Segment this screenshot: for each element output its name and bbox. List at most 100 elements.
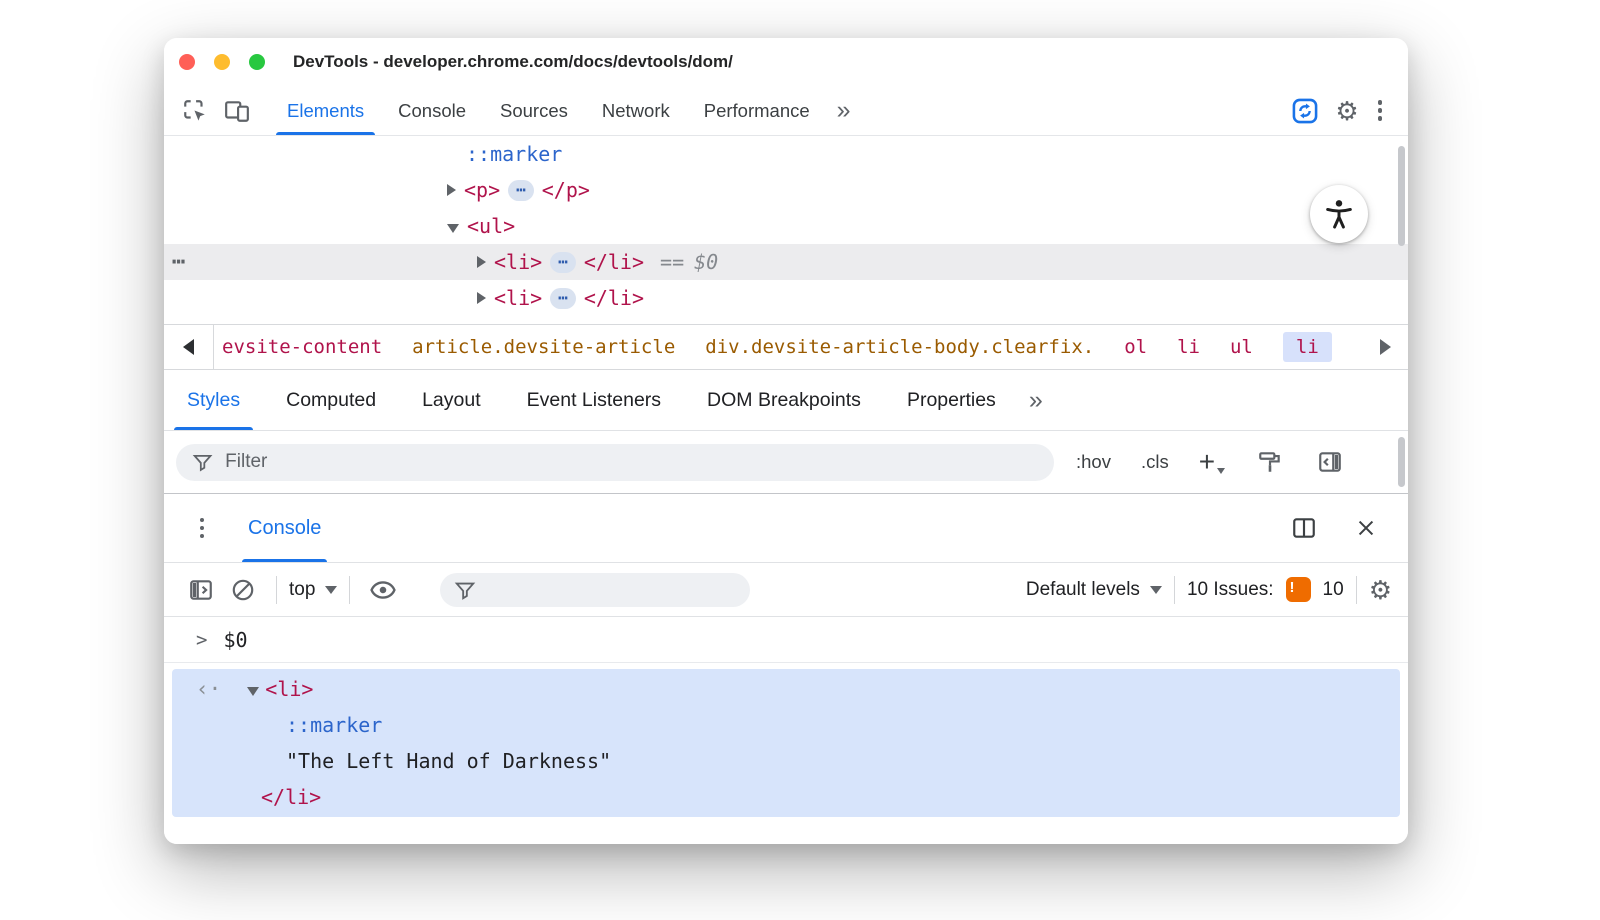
pseudo-state-button[interactable]: :hov	[1076, 451, 1111, 473]
expand-arrow-icon[interactable]	[447, 184, 456, 196]
kebab-menu-icon[interactable]	[1368, 86, 1392, 135]
node-more-actions-button[interactable]: ⋯	[172, 250, 187, 275]
close-window-button[interactable]	[179, 54, 195, 70]
breadcrumb-item-devsite-content[interactable]: evsite-content	[222, 336, 382, 358]
tab-network-label: Network	[601, 99, 670, 121]
node-ellipsis-button[interactable]: ⋯	[550, 287, 576, 309]
divider	[349, 575, 351, 604]
console-drawer-header: Console	[164, 493, 1408, 563]
tree-node-p[interactable]: <p> ⋯ </p>	[164, 172, 1408, 208]
breadcrumb-item-ul[interactable]: ul	[1230, 336, 1253, 358]
tag-close[interactable]: </li>	[584, 286, 644, 310]
sync-icon[interactable]	[1284, 86, 1326, 135]
breadcrumb-item-li[interactable]: li	[1177, 336, 1200, 358]
tab-sources-label: Sources	[500, 99, 568, 121]
result-text-node[interactable]: "The Left Hand of Darkness"	[172, 743, 1400, 779]
clear-console-icon[interactable]	[222, 577, 264, 603]
breadcrumb-item-ol[interactable]: ol	[1124, 336, 1147, 358]
styles-scrollbar[interactable]	[1398, 437, 1405, 487]
tree-node-ul[interactable]: <ul>	[164, 208, 1408, 244]
breadcrumb-item-li-selected[interactable]: li	[1282, 332, 1332, 362]
device-toolbar-icon[interactable]	[216, 86, 258, 135]
pseudo-marker-node[interactable]: ::marker	[466, 142, 562, 166]
new-style-rule-button[interactable]: +	[1199, 448, 1226, 476]
tab-properties-label: Properties	[906, 388, 996, 411]
zoom-window-button[interactable]	[249, 54, 265, 70]
more-panels-icon[interactable]: »	[827, 86, 861, 135]
tag-open[interactable]: <ul>	[467, 214, 515, 238]
context-selector-dropdown[interactable]: top	[289, 579, 338, 601]
tag-open[interactable]: <li>	[494, 286, 542, 310]
tab-layout-label: Layout	[422, 388, 481, 411]
divider	[1355, 575, 1357, 604]
tab-styles[interactable]: Styles	[164, 370, 263, 430]
divider	[276, 575, 277, 604]
tab-console[interactable]: Console	[381, 86, 483, 135]
style-filter-text-field[interactable]	[225, 451, 1038, 473]
paint-roller-icon[interactable]	[1255, 449, 1285, 475]
node-ellipsis-button[interactable]: ⋯	[508, 179, 534, 201]
breadcrumb-item-div[interactable]: div.devsite-article-body.clearfix.	[705, 336, 1094, 358]
minimize-window-button[interactable]	[214, 54, 230, 70]
tab-console-label: Console	[398, 99, 467, 121]
tab-network[interactable]: Network	[585, 86, 687, 135]
tab-styles-label: Styles	[187, 388, 241, 411]
tab-properties[interactable]: Properties	[884, 370, 1019, 430]
tag-open[interactable]: <p>	[464, 178, 500, 202]
tree-node-li[interactable]: <li> ⋯ </li>	[164, 280, 1408, 316]
tab-performance[interactable]: Performance	[687, 86, 827, 135]
tab-console-drawer[interactable]: Console	[242, 494, 328, 562]
tab-layout[interactable]: Layout	[399, 370, 504, 430]
node-ellipsis-button[interactable]: ⋯	[550, 251, 576, 273]
breadcrumb: evsite-content article.devsite-article d…	[214, 325, 1332, 369]
expand-arrow-icon[interactable]	[477, 292, 486, 304]
breadcrumb-prev-icon[interactable]	[164, 325, 214, 369]
console-header-actions	[1288, 494, 1382, 562]
tag-open[interactable]: <li>	[494, 250, 542, 274]
tag-close[interactable]: </li>	[261, 785, 321, 809]
dock-sidebar-icon[interactable]	[1315, 449, 1345, 475]
console-drawer-label: Console	[248, 516, 322, 539]
settings-gear-icon[interactable]: ⚙	[1326, 86, 1368, 135]
result-node-li-close[interactable]: </li>	[172, 779, 1400, 815]
class-toggle-button[interactable]: .cls	[1141, 451, 1169, 473]
elements-scrollbar[interactable]	[1398, 146, 1405, 246]
tab-dom-breakpoints[interactable]: DOM Breakpoints	[684, 370, 884, 430]
tag-open[interactable]: <li>	[265, 677, 313, 701]
inspect-icon[interactable]	[174, 86, 216, 135]
console-settings-gear-icon[interactable]: ⚙	[1369, 577, 1392, 603]
collapse-arrow-icon[interactable]	[447, 223, 459, 233]
tab-event-listeners[interactable]: Event Listeners	[504, 370, 684, 430]
result-node-marker[interactable]: ::marker	[172, 707, 1400, 743]
more-style-tabs-icon[interactable]: »	[1019, 370, 1053, 430]
tab-elements-label: Elements	[287, 99, 365, 121]
console-filter-input[interactable]	[440, 572, 751, 607]
collapse-arrow-icon[interactable]	[247, 686, 260, 696]
tree-node-marker[interactable]: ::marker	[164, 136, 1408, 172]
tab-performance-label: Performance	[703, 99, 810, 121]
tab-computed[interactable]: Computed	[263, 370, 399, 430]
tag-close[interactable]: </li>	[584, 250, 644, 274]
expand-arrow-icon[interactable]	[477, 256, 486, 268]
window-title: DevTools - developer.chrome.com/docs/dev…	[293, 52, 733, 71]
close-icon[interactable]	[1350, 517, 1382, 539]
tag-close[interactable]: </p>	[542, 178, 590, 202]
tree-node-li-selected[interactable]: ⋯ <li> ⋯ </li> == $0	[164, 244, 1408, 280]
style-filter-input[interactable]	[176, 443, 1054, 481]
log-levels-dropdown[interactable]: Default levels	[1026, 579, 1162, 601]
pseudo-marker-node[interactable]: ::marker	[286, 713, 382, 737]
console-sidebar-icon[interactable]	[180, 577, 222, 603]
eye-icon[interactable]	[362, 576, 404, 604]
console-returned-value: ‹· <li> ::marker "The Left Hand of Darkn…	[172, 669, 1400, 817]
split-panel-icon[interactable]	[1288, 515, 1320, 541]
console-kebab-menu-icon[interactable]	[190, 494, 214, 562]
issues-counter[interactable]: 10 Issues: ! 10	[1187, 577, 1344, 602]
breadcrumb-next-icon[interactable]	[1362, 325, 1408, 369]
result-node-li-open[interactable]: ‹· <li>	[172, 671, 1400, 707]
tab-elements[interactable]: Elements	[270, 86, 381, 135]
tab-sources[interactable]: Sources	[483, 86, 585, 135]
chevron-down-icon	[1217, 468, 1226, 474]
breadcrumb-item-article[interactable]: article.devsite-article	[412, 336, 675, 358]
accessibility-icon[interactable]	[1310, 185, 1368, 243]
panel-tabs: Elements Console Sources Network Perform…	[270, 86, 827, 135]
